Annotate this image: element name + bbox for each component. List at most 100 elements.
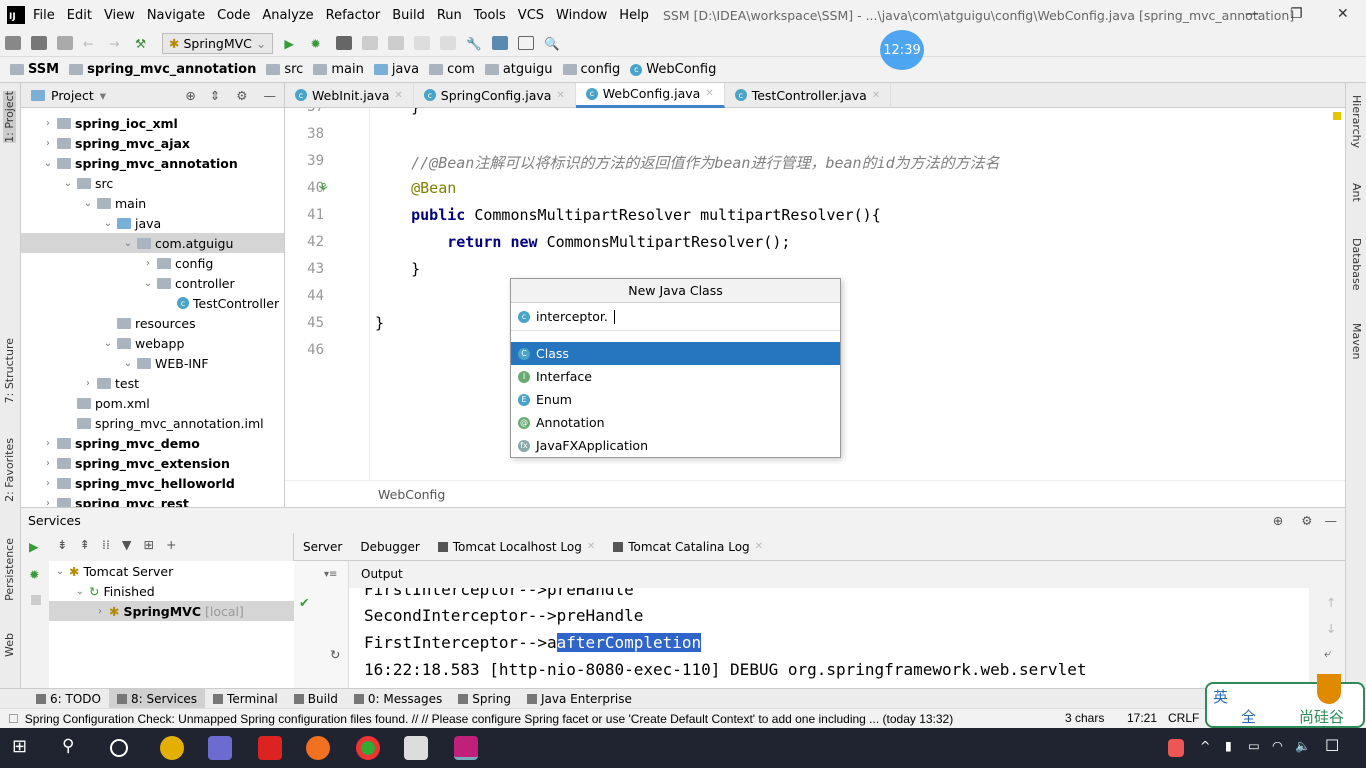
tool-tab[interactable]: 8: Services — [108, 688, 206, 709]
sogou-icon[interactable] — [1168, 739, 1184, 757]
tree-item[interactable]: ⌄ src — [21, 173, 284, 193]
editor-tab[interactable]: c SpringConfig.java ✕ — [414, 82, 576, 108]
menu-navigate[interactable]: Navigate — [147, 8, 205, 23]
breadcrumb-item[interactable]: c WebConfig — [630, 62, 716, 77]
rerun-icon[interactable]: ↻ — [330, 647, 340, 662]
tool-tab[interactable]: 0: Messages — [346, 689, 450, 709]
tree-item[interactable]: ⌄ WEB-INF — [21, 353, 284, 373]
collapse-all-icon[interactable]: ⇞ — [79, 537, 89, 552]
close-tab-icon[interactable]: ✕ — [755, 541, 763, 552]
services-locate-icon[interactable]: ⊕ — [1273, 513, 1283, 528]
stripe-ant[interactable]: Ant — [1350, 183, 1363, 202]
ime-toolbar[interactable]: 英 全 尚硅谷 — [1205, 674, 1365, 728]
battery-icon[interactable]: ▭ — [1248, 738, 1260, 753]
expand-arrow-icon[interactable]: › — [43, 498, 53, 508]
stripe-persistence[interactable]: Persistence — [3, 538, 16, 601]
stripe-web[interactable]: Web — [3, 633, 16, 657]
breadcrumb-item[interactable]: java — [373, 62, 419, 77]
editor-tab[interactable]: c WebConfig.java ✕ — [575, 82, 725, 108]
expand-arrow-icon[interactable]: ⌄ — [63, 178, 73, 189]
expand-arrow-icon[interactable]: ⌄ — [123, 238, 133, 249]
expand-arrow-icon[interactable]: ⌄ — [143, 278, 153, 289]
hide-icon[interactable]: — — [264, 88, 277, 103]
run-service-icon[interactable]: ▶ — [29, 539, 39, 554]
line-separator[interactable]: CRLF — [1168, 711, 1199, 725]
service-item[interactable]: ⌄ ✱ Tomcat Server — [49, 561, 294, 581]
notification-icon[interactable]: ☐ — [1325, 736, 1339, 755]
service-tab[interactable]: Tomcat Localhost Log ✕ — [429, 533, 604, 561]
menu-run[interactable]: Run — [437, 8, 462, 23]
vcs-icon[interactable] — [440, 36, 457, 50]
close-tab-icon[interactable]: ✕ — [556, 90, 564, 101]
breadcrumb-item[interactable]: atguigu — [484, 62, 553, 77]
services-hide-icon[interactable]: — — [1325, 513, 1338, 528]
project-view-select[interactable]: Project — [51, 88, 94, 103]
tree-item[interactable]: ⌄ java — [21, 213, 284, 233]
scroll-down-icon[interactable]: ↓ — [1326, 621, 1336, 636]
sync-icon[interactable] — [57, 36, 73, 50]
breadcrumb-item[interactable]: spring_mvc_annotation — [69, 62, 256, 77]
tree-item[interactable]: ⌄ spring_mvc_annotation — [21, 153, 284, 173]
menu-analyze[interactable]: Analyze — [262, 8, 313, 23]
debug-service-icon[interactable]: ✹ — [29, 567, 39, 582]
expand-arrow-icon[interactable]: ⌄ — [55, 566, 65, 577]
cortana-icon[interactable] — [110, 739, 128, 757]
close-tab-icon[interactable]: ✕ — [872, 90, 880, 101]
stripe-project[interactable]: 1: Project — [3, 91, 16, 143]
expand-arrow-icon[interactable]: › — [43, 478, 53, 489]
stripe-maven[interactable]: Maven — [1350, 323, 1363, 359]
kind-option[interactable]: fx JavaFXApplication — [511, 434, 840, 457]
tool-tab[interactable]: 6: TODO — [28, 689, 109, 709]
service-item[interactable]: › ✱ SpringMVC [local] — [49, 601, 294, 621]
run-icon[interactable]: ▶ — [284, 36, 300, 51]
kind-option[interactable]: I Interface — [511, 365, 840, 388]
menu-edit[interactable]: Edit — [67, 8, 92, 23]
app-icon[interactable] — [160, 736, 184, 760]
expand-arrow-icon[interactable]: › — [43, 458, 53, 469]
new-tab-icon[interactable]: ⊞ — [144, 537, 154, 552]
menu-file[interactable]: File — [33, 8, 55, 23]
menu-refactor[interactable]: Refactor — [326, 8, 381, 23]
tool-tab[interactable]: Terminal — [205, 689, 286, 709]
expand-arrow-icon[interactable]: › — [43, 138, 53, 149]
windows-start-icon[interactable]: ⊞ — [12, 736, 36, 760]
editor-tab[interactable]: c TestController.java ✕ — [725, 82, 892, 108]
volume-icon[interactable]: 🔈 — [1295, 738, 1311, 754]
breadcrumb-item[interactable]: config — [562, 62, 620, 77]
console-output[interactable]: FirstInterceptor-->preHandle SecondInter… — [349, 588, 1309, 689]
ime-language[interactable]: 英 — [1213, 686, 1228, 707]
firefox-icon[interactable] — [306, 736, 330, 760]
menu-view[interactable]: View — [104, 8, 135, 23]
close-button[interactable]: ✕ — [1337, 6, 1349, 22]
locate-icon[interactable]: ⊕ — [185, 88, 195, 103]
kind-option[interactable]: @ Annotation — [511, 411, 840, 434]
open-icon[interactable] — [5, 36, 21, 50]
editor-breadcrumb[interactable]: WebConfig — [285, 480, 1345, 507]
stripe-database[interactable]: Database — [1350, 238, 1363, 291]
inspection-status-icon[interactable] — [1333, 112, 1341, 120]
tree-item[interactable]: › spring_mvc_extension — [21, 453, 284, 473]
status-message[interactable]: Spring Configuration Check: Unmapped Spr… — [25, 712, 953, 726]
minimize-button[interactable]: — — [1245, 6, 1259, 22]
menu-help[interactable]: Help — [619, 8, 649, 23]
breadcrumb-item[interactable]: main — [313, 62, 364, 77]
expand-arrow-icon[interactable]: ⌄ — [123, 358, 133, 369]
group-icon[interactable]: ⁞⁞ — [102, 537, 110, 552]
tree-item[interactable]: c TestController — [21, 293, 284, 313]
back-icon[interactable]: ← — [83, 36, 99, 51]
tree-item[interactable]: › test — [21, 373, 284, 393]
service-tab[interactable]: Server — [294, 533, 351, 561]
save-icon[interactable] — [31, 36, 47, 50]
tree-item[interactable]: › spring_ioc_xml — [21, 113, 284, 133]
tree-item[interactable]: › spring_mvc_rest — [21, 493, 284, 507]
tree-item[interactable]: › config — [21, 253, 284, 273]
device-icon[interactable] — [414, 36, 431, 50]
expand-arrow-icon[interactable]: › — [143, 258, 153, 269]
run-configuration-select[interactable]: ✱ SpringMVC ⌄ — [162, 32, 274, 54]
close-tab-icon[interactable]: ✕ — [587, 541, 595, 552]
tree-item[interactable]: ⌄ webapp — [21, 333, 284, 353]
tree-item[interactable]: ⌄ controller — [21, 273, 284, 293]
collapse-all-icon[interactable]: ⇕ — [210, 88, 220, 103]
services-gear-icon[interactable]: ⚙ — [1301, 513, 1312, 528]
tree-item[interactable]: resources — [21, 313, 284, 333]
